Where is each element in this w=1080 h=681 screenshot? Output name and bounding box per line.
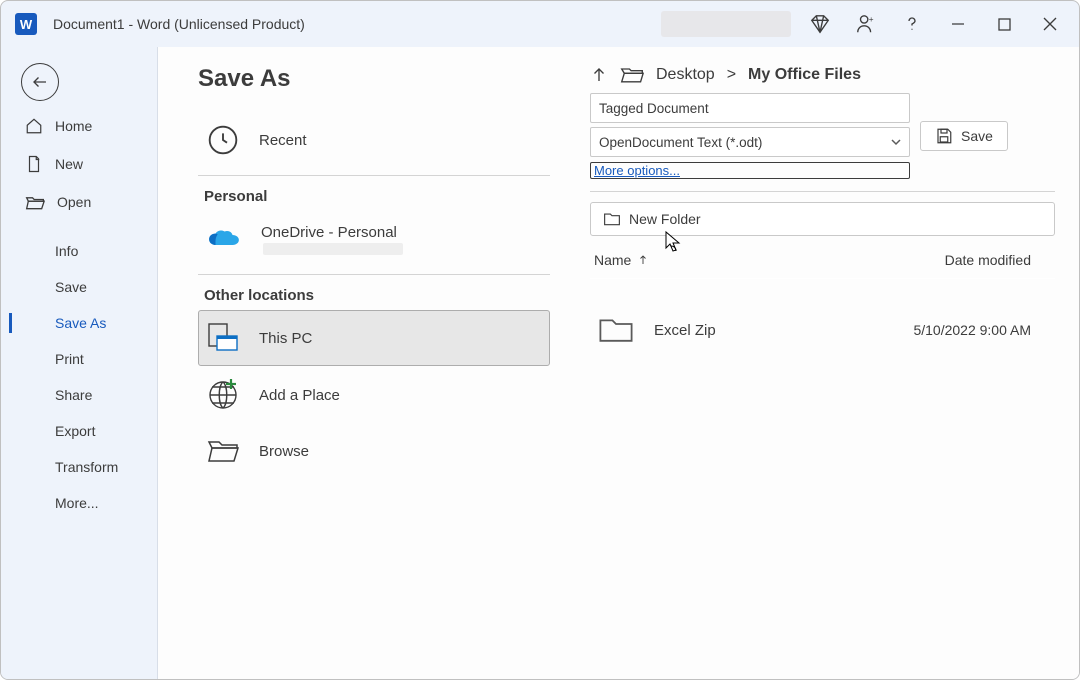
folder-icon: [598, 315, 634, 345]
save-button[interactable]: Save: [920, 121, 1008, 151]
location-recent-label: Recent: [259, 132, 307, 149]
breadcrumb-separator: >: [727, 66, 736, 84]
account-icon[interactable]: +: [843, 1, 889, 47]
svg-text:+: +: [869, 15, 874, 24]
nav-new[interactable]: New: [1, 145, 157, 183]
add-place-icon: [207, 379, 239, 411]
nav-open[interactable]: Open: [1, 183, 157, 221]
folder-open-icon: [620, 65, 644, 85]
content-pane: Save As Recent Personal OneDrive - Perso…: [158, 47, 1079, 679]
premium-diamond-icon[interactable]: [797, 1, 843, 47]
save-button-label: Save: [961, 128, 993, 144]
location-add-a-place[interactable]: Add a Place: [198, 366, 550, 424]
file-date: 5/10/2022 9:00 AM: [913, 322, 1051, 338]
onedrive-icon: [207, 229, 241, 251]
save-disk-icon: [935, 127, 953, 145]
new-folder-button[interactable]: New Folder: [590, 202, 1055, 236]
help-icon[interactable]: [889, 1, 935, 47]
nav-save-as[interactable]: Save As: [1, 305, 157, 341]
nav-secondary-group: Info Save Save As Print Share Export Tra…: [1, 233, 157, 521]
location-onedrive[interactable]: OneDrive - Personal: [198, 211, 550, 268]
divider: [198, 274, 550, 275]
word-app-icon: W: [15, 13, 37, 35]
close-button[interactable]: [1027, 1, 1073, 47]
column-header-name[interactable]: Name: [594, 252, 649, 268]
location-recent[interactable]: Recent: [198, 111, 550, 169]
save-panel: Desktop > My Office Files More options..…: [590, 65, 1055, 679]
minimize-button[interactable]: [935, 1, 981, 47]
filename-input[interactable]: [590, 93, 910, 123]
folder-open-icon: [25, 193, 45, 211]
nav-transform[interactable]: Transform: [1, 449, 157, 485]
nav-print[interactable]: Print: [1, 341, 157, 377]
nav-save[interactable]: Save: [1, 269, 157, 305]
new-folder-label: New Folder: [629, 211, 701, 227]
location-browse-label: Browse: [259, 443, 309, 460]
new-folder-icon: [603, 211, 621, 227]
location-add-a-place-label: Add a Place: [259, 387, 340, 404]
nav-share[interactable]: Share: [1, 377, 157, 413]
section-other-label: Other locations: [204, 287, 550, 304]
up-arrow-icon[interactable]: [590, 66, 608, 84]
back-button[interactable]: [21, 63, 59, 101]
breadcrumb-segment-1[interactable]: Desktop: [656, 66, 715, 84]
breadcrumb-segment-2[interactable]: My Office Files: [748, 66, 861, 84]
section-personal-label: Personal: [204, 188, 550, 205]
column-header-date-label: Date modified: [945, 252, 1031, 268]
column-header-name-label: Name: [594, 252, 631, 268]
filetype-select[interactable]: [590, 127, 910, 157]
new-file-icon: [25, 155, 43, 173]
nav-open-label: Open: [57, 194, 91, 210]
locations-column: Save As Recent Personal OneDrive - Perso…: [198, 65, 550, 679]
main-area: Home New Open Info Save Save As Print Sh…: [1, 47, 1079, 679]
titlebar: W Document1 - Word (Unlicensed Product) …: [1, 1, 1079, 47]
breadcrumb: Desktop > My Office Files: [590, 65, 1055, 85]
maximize-button[interactable]: [981, 1, 1027, 47]
left-navigation: Home New Open Info Save Save As Print Sh…: [1, 47, 158, 679]
home-icon: [25, 117, 43, 135]
onedrive-account-placeholder: [263, 243, 403, 255]
nav-more[interactable]: More...: [1, 485, 157, 521]
nav-export[interactable]: Export: [1, 413, 157, 449]
sort-asc-arrow-icon: [637, 254, 649, 266]
account-area-placeholder: [661, 11, 791, 37]
clock-icon: [207, 124, 239, 156]
divider: [198, 175, 550, 176]
nav-new-label: New: [55, 156, 83, 172]
location-browse[interactable]: Browse: [198, 424, 550, 478]
app-window: W Document1 - Word (Unlicensed Product) …: [0, 0, 1080, 680]
location-this-pc-label: This PC: [259, 330, 312, 347]
nav-home-label: Home: [55, 118, 92, 134]
location-this-pc[interactable]: This PC: [198, 310, 550, 366]
divider: [590, 191, 1055, 192]
file-row[interactable]: Excel Zip 5/10/2022 9:00 AM: [590, 315, 1055, 345]
file-name: Excel Zip: [654, 322, 716, 339]
more-options-link[interactable]: More options...: [590, 162, 910, 179]
column-header-date[interactable]: Date modified: [945, 252, 1051, 268]
nav-home[interactable]: Home: [1, 107, 157, 145]
window-title: Document1 - Word (Unlicensed Product): [53, 16, 305, 32]
browse-folder-icon: [207, 437, 239, 465]
page-title: Save As: [198, 65, 550, 93]
this-pc-icon: [207, 323, 239, 353]
location-onedrive-label: OneDrive - Personal: [261, 224, 403, 241]
column-headers: Name Date modified: [590, 252, 1055, 279]
nav-info[interactable]: Info: [1, 233, 157, 269]
